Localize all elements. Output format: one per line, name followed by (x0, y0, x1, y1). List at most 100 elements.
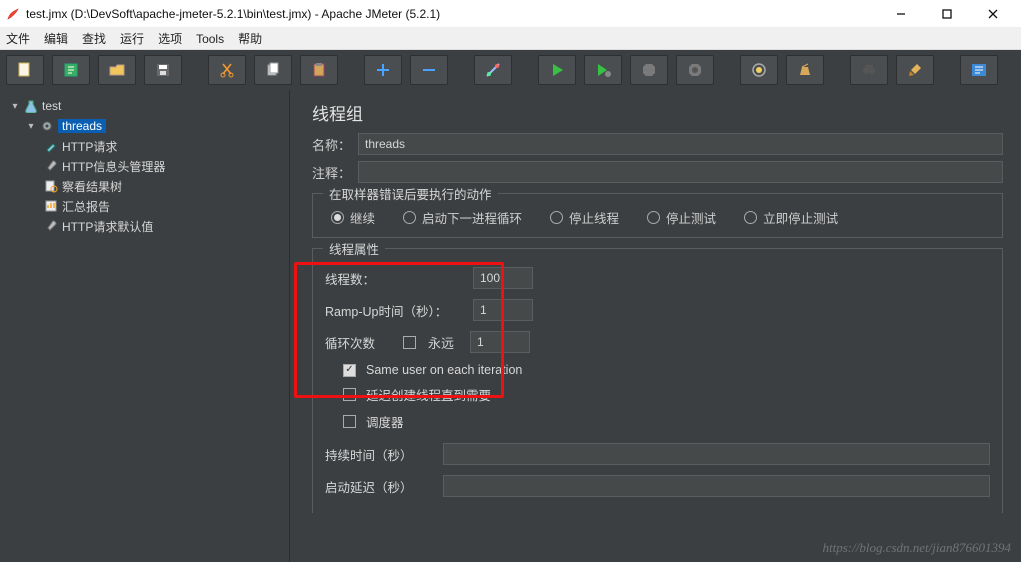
tree-threads-label: threads (58, 119, 106, 133)
clear-all-icon[interactable] (786, 55, 824, 85)
tree-root-label: test (42, 99, 61, 113)
tree-threads[interactable]: ▾ threads (4, 116, 285, 136)
flask-icon (24, 99, 38, 113)
maximize-button[interactable] (931, 3, 963, 25)
stop-icon[interactable] (630, 55, 668, 85)
radio-next-loop[interactable]: 启动下一进程循环 (403, 208, 522, 227)
forever-checkbox[interactable] (403, 336, 416, 349)
toggle-icon[interactable] (474, 55, 512, 85)
tree-item-label: 汇总报告 (62, 198, 110, 215)
name-label: 名称： (312, 135, 358, 154)
new-icon[interactable] (6, 55, 44, 85)
save-icon[interactable] (144, 55, 182, 85)
scheduler-checkbox[interactable] (343, 415, 356, 428)
menu-help[interactable]: 帮助 (238, 30, 262, 47)
start-icon[interactable] (538, 55, 576, 85)
jmeter-feather-icon (6, 7, 20, 21)
radio-continue[interactable]: 继续 (331, 208, 375, 227)
window-title: test.jmx (D:\DevSoft\apache-jmeter-5.2.1… (26, 7, 885, 21)
watermark-text: https://blog.csdn.net/jian876601394 (823, 540, 1012, 556)
add-icon[interactable] (364, 55, 402, 85)
close-button[interactable] (977, 3, 1009, 25)
menu-file[interactable]: 文件 (6, 30, 30, 47)
menu-run[interactable]: 运行 (120, 30, 144, 47)
minimize-button[interactable] (885, 3, 917, 25)
copy-icon[interactable] (254, 55, 292, 85)
rampup-label: Ramp-Up时间（秒）： (325, 301, 465, 320)
tree-item-label: 察看结果树 (62, 178, 122, 195)
duration-label: 持续时间（秒） (325, 445, 435, 464)
menu-options[interactable]: 选项 (158, 30, 182, 47)
threads-label: 线程数： (325, 269, 465, 288)
delay-create-label: 延迟创建线程直到需要 (366, 385, 491, 404)
thread-props-group: 线程属性 线程数： Ramp-Up时间（秒）： 循环次数 永远 Same use… (312, 248, 1003, 513)
open-icon[interactable] (98, 55, 136, 85)
radio-stop-thread[interactable]: 停止线程 (550, 208, 619, 227)
thread-props-legend: 线程属性 (323, 239, 385, 258)
tree-header-manager[interactable]: HTTP信息头管理器 (4, 156, 285, 176)
panel-title: 线程组 (312, 100, 1003, 125)
delay-create-checkbox[interactable] (343, 388, 356, 401)
function-helper-icon[interactable] (960, 55, 998, 85)
error-action-legend: 在取样器错误后要执行的动作 (323, 184, 498, 203)
templates-icon[interactable] (52, 55, 90, 85)
tree-summary-report[interactable]: 汇总报告 (4, 196, 285, 216)
shutdown-icon[interactable] (676, 55, 714, 85)
thread-group-panel: 线程组 名称： 注释： 在取样器错误后要执行的动作 继续 启动下一进程循环 停止… (290, 90, 1021, 562)
radio-dot-icon (331, 211, 344, 224)
tree-root[interactable]: ▾ test (4, 96, 285, 116)
toolbar (0, 50, 1021, 90)
broom-icon[interactable] (896, 55, 934, 85)
startup-delay-label: 启动延迟（秒） (325, 477, 435, 496)
startup-delay-input[interactable] (443, 475, 990, 497)
tree-item-label: HTTP请求默认值 (62, 218, 153, 235)
gear-icon (40, 119, 54, 133)
rampup-input[interactable] (473, 299, 533, 321)
radio-stop-test[interactable]: 停止测试 (647, 208, 716, 227)
error-action-group: 在取样器错误后要执行的动作 继续 启动下一进程循环 停止线程 停止测试 立即停止… (312, 193, 1003, 238)
radio-label: 继续 (350, 208, 375, 227)
comments-input[interactable] (358, 161, 1003, 183)
radio-stop-now[interactable]: 立即停止测试 (744, 208, 838, 227)
report-icon (44, 199, 58, 213)
cut-icon[interactable] (208, 55, 246, 85)
tree-view-results[interactable]: 察看结果树 (4, 176, 285, 196)
expand-handle-icon[interactable]: ▾ (10, 101, 20, 112)
radio-label: 立即停止测试 (763, 208, 838, 227)
radio-dot-icon (647, 211, 660, 224)
comments-label: 注释： (312, 163, 358, 182)
name-input[interactable] (358, 133, 1003, 155)
loop-input[interactable] (470, 331, 530, 353)
clear-icon[interactable] (740, 55, 778, 85)
wrench-icon (44, 219, 58, 233)
radio-dot-icon (403, 211, 416, 224)
start-notimer-icon[interactable] (584, 55, 622, 85)
loop-label: 循环次数 (325, 333, 395, 352)
title-bar: test.jmx (D:\DevSoft\apache-jmeter-5.2.1… (0, 0, 1021, 28)
duration-input[interactable] (443, 443, 990, 465)
pipette-icon (44, 139, 58, 153)
radio-label: 启动下一进程循环 (422, 208, 522, 227)
menu-edit[interactable]: 编辑 (44, 30, 68, 47)
scheduler-label: 调度器 (366, 412, 404, 431)
paste-icon[interactable] (300, 55, 338, 85)
tree-item-label: HTTP请求 (62, 138, 117, 155)
test-plan-tree[interactable]: ▾ test ▾ threads HTTP请求 HTTP信息头管理器 察看结果树 (0, 90, 290, 562)
tree-http-defaults[interactable]: HTTP请求默认值 (4, 216, 285, 236)
wrench-icon (44, 159, 58, 173)
expand-handle-icon[interactable]: ▾ (26, 121, 36, 132)
same-user-checkbox[interactable] (343, 364, 356, 377)
remove-icon[interactable] (410, 55, 448, 85)
threads-input[interactable] (473, 267, 533, 289)
menu-search[interactable]: 查找 (82, 30, 106, 47)
radio-dot-icon (550, 211, 563, 224)
radio-label: 停止线程 (569, 208, 619, 227)
tree-http-request[interactable]: HTTP请求 (4, 136, 285, 156)
radio-dot-icon (744, 211, 757, 224)
search-binocular-icon[interactable] (850, 55, 888, 85)
menu-bar: 文件 编辑 查找 运行 选项 Tools 帮助 (0, 28, 1021, 50)
tree-item-label: HTTP信息头管理器 (62, 158, 165, 175)
forever-label: 永远 (428, 333, 454, 352)
menu-tools[interactable]: Tools (196, 32, 224, 46)
radio-label: 停止测试 (666, 208, 716, 227)
